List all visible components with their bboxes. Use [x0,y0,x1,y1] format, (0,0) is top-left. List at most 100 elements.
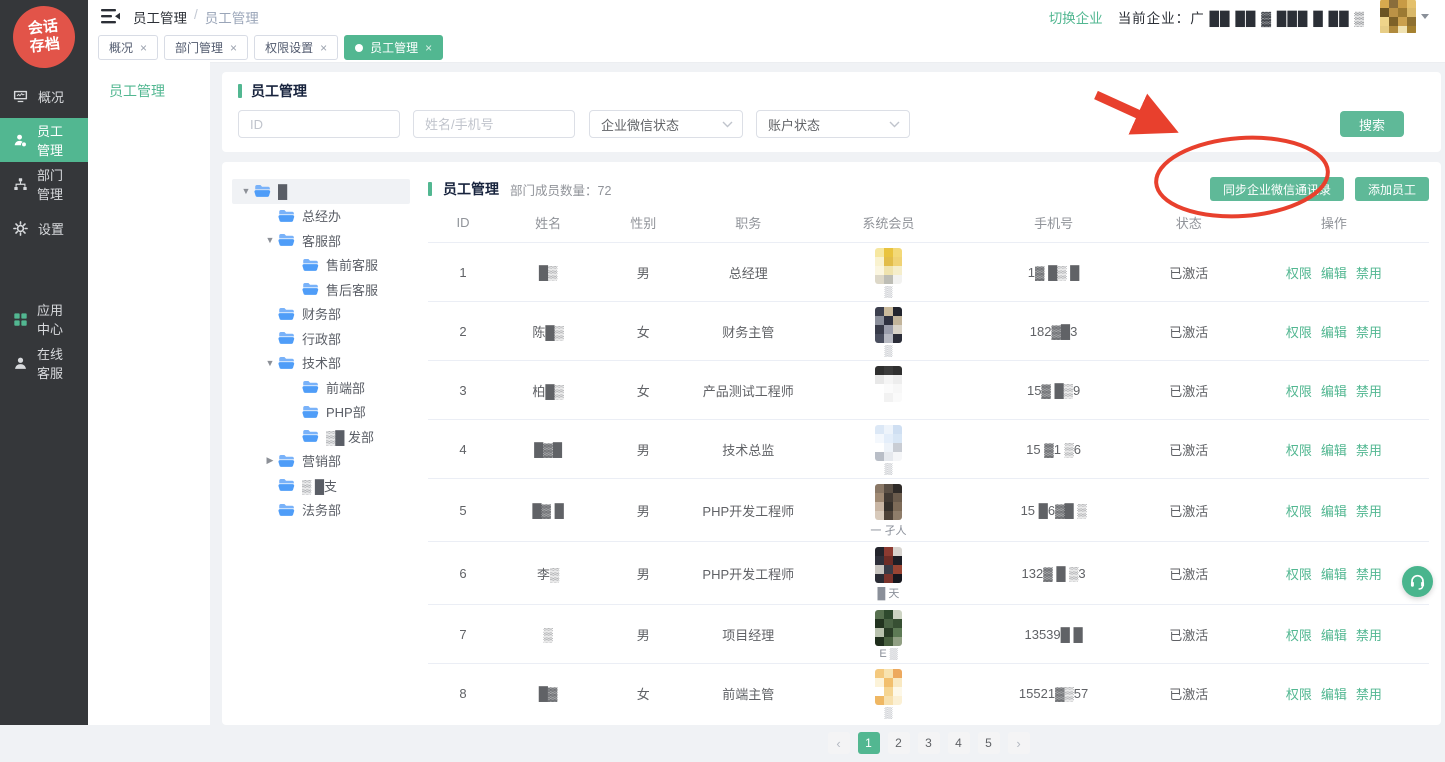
tab-部门管理[interactable]: 部门管理× [164,35,248,60]
table-row: 6李▒男PHP开发工程师█ 天132▓ █ ▒3已激活权限编辑禁用 [428,541,1429,604]
action-禁用[interactable]: 禁用 [1356,381,1382,400]
tree-node[interactable]: 总经办 [232,204,410,229]
sidebar-item-apps[interactable]: 应用中心 [0,297,88,341]
sync-wechat-contacts-button[interactable]: 同步企业微信通讯录 [1210,177,1344,201]
tree-node[interactable]: ▼ 客服部 [232,228,410,253]
page-button-5[interactable]: 5 [978,732,1000,754]
expand-arrow-down-icon[interactable]: ▼ [238,186,254,196]
sidebar-item-label: 部门管理 [37,165,75,203]
next-page-button[interactable]: › [1008,732,1030,754]
tree-node-label: PHP部 [326,402,366,421]
cell-job: 项目经理 [688,625,808,644]
action-禁用[interactable]: 禁用 [1356,501,1382,520]
expand-arrow-right-icon[interactable]: ▶ [262,455,278,466]
cell-status: 已激活 [1139,381,1239,400]
user-profile[interactable] [1380,0,1429,35]
action-权限[interactable]: 权限 [1286,322,1312,341]
close-tab-icon[interactable]: × [230,41,237,55]
sidebar-item-overview[interactable]: 概况 [0,74,88,118]
table-column-headers: ID姓名性别职务系统会员手机号状态操作 [428,202,1429,242]
action-禁用[interactable]: 禁用 [1356,684,1382,703]
sidebar-item-employee[interactable]: 员工管理 [0,118,88,162]
employee-icon [13,132,28,148]
avatar[interactable] [1380,0,1416,35]
tree-node[interactable]: 财务部 [232,302,410,327]
tree-node[interactable]: ▒█ 发部 [232,424,410,449]
cell-job: PHP开发工程师 [688,501,808,520]
page-button-3[interactable]: 3 [918,732,940,754]
tab-概况[interactable]: 概况× [98,35,158,60]
member-avatar [875,366,902,402]
switch-company-link[interactable]: 切换企业 [1049,7,1103,27]
account-status-select[interactable]: 账户状态 [756,110,910,138]
main-sidebar: 会话 存档 概况员工管理部门管理设置应用中心在线客服 [0,0,88,725]
action-编辑[interactable]: 编辑 [1321,625,1347,644]
online-support-button[interactable] [1402,566,1433,597]
action-编辑[interactable]: 编辑 [1321,322,1347,341]
action-编辑[interactable]: 编辑 [1321,684,1347,703]
id-filter-input[interactable] [238,110,400,138]
collapse-sidebar-icon[interactable] [101,9,120,24]
pagination: ‹ 12345 › [428,722,1429,762]
action-权限[interactable]: 权限 [1286,501,1312,520]
sidebar-item-support[interactable]: 在线客服 [0,341,88,385]
tree-node[interactable]: ▼█ [232,179,410,204]
search-button[interactable]: 搜索 [1340,111,1404,137]
sidebar-item-settings[interactable]: 设置 [0,206,88,250]
action-权限[interactable]: 权限 [1286,625,1312,644]
action-编辑[interactable]: 编辑 [1321,501,1347,520]
tree-node[interactable]: PHP部 [232,400,410,425]
action-编辑[interactable]: 编辑 [1321,263,1347,282]
action-禁用[interactable]: 禁用 [1356,625,1382,644]
tree-node[interactable]: ▼技术部 [232,351,410,376]
action-禁用[interactable]: 禁用 [1356,322,1382,341]
action-编辑[interactable]: 编辑 [1321,381,1347,400]
breadcrumb-parent[interactable]: 员工管理 [133,7,187,27]
action-权限[interactable]: 权限 [1286,440,1312,459]
tree-node[interactable]: ▒ █支 [232,473,410,498]
tree-node[interactable]: 前端部 [232,375,410,400]
close-tab-icon[interactable]: × [320,41,327,55]
page-button-4[interactable]: 4 [948,732,970,754]
tree-node[interactable]: 售前客服 [232,253,410,278]
page-button-1[interactable]: 1 [858,732,880,754]
action-禁用[interactable]: 禁用 [1356,440,1382,459]
tree-node[interactable]: 售后客服 [232,277,410,302]
close-tab-icon[interactable]: × [425,41,432,55]
tree-node[interactable]: ▶营销部 [232,449,410,474]
action-编辑[interactable]: 编辑 [1321,440,1347,459]
column-header-性别: 性别 [598,213,688,232]
breadcrumb-current: 员工管理 [205,7,259,27]
tab-权限设置[interactable]: 权限设置× [254,35,338,60]
name-phone-filter-input[interactable] [413,110,575,138]
action-禁用[interactable]: 禁用 [1356,564,1382,583]
tree-node[interactable]: 行政部 [232,326,410,351]
action-权限[interactable]: 权限 [1286,381,1312,400]
action-编辑[interactable]: 编辑 [1321,564,1347,583]
action-权限[interactable]: 权限 [1286,564,1312,583]
action-权限[interactable]: 权限 [1286,263,1312,282]
action-权限[interactable]: 权限 [1286,684,1312,703]
action-禁用[interactable]: 禁用 [1356,263,1382,282]
tab-员工管理[interactable]: 员工管理× [344,35,443,60]
cell-actions: 权限编辑禁用 [1239,564,1429,583]
active-tab-dot [355,44,363,52]
add-employee-button[interactable]: 添加员工 [1355,177,1429,201]
headset-icon [1408,572,1427,591]
expand-arrow-down-icon[interactable]: ▼ [262,358,278,368]
page-button-2[interactable]: 2 [888,732,910,754]
cell-job: 前端主管 [688,684,808,703]
tree-node-label: 客服部 [302,231,341,250]
cell-phone: 15 █6▓█ ▒ [969,503,1139,518]
prev-page-button[interactable]: ‹ [828,732,850,754]
tree-node[interactable]: 法务部 [232,498,410,523]
secondary-nav-employee[interactable]: 员工管理 [109,81,210,101]
tree-node-label: █ [278,184,287,199]
expand-arrow-down-icon[interactable]: ▼ [262,235,278,245]
cell-phone: 182▓█3 [969,324,1139,339]
wechat-status-select[interactable]: 企业微信状态 [589,110,743,138]
folder-icon [302,380,319,394]
table-row: 7▒男项目经理E ▒13539█ █已激活权限编辑禁用 [428,604,1429,663]
close-tab-icon[interactable]: × [140,41,147,55]
sidebar-item-department[interactable]: 部门管理 [0,162,88,206]
